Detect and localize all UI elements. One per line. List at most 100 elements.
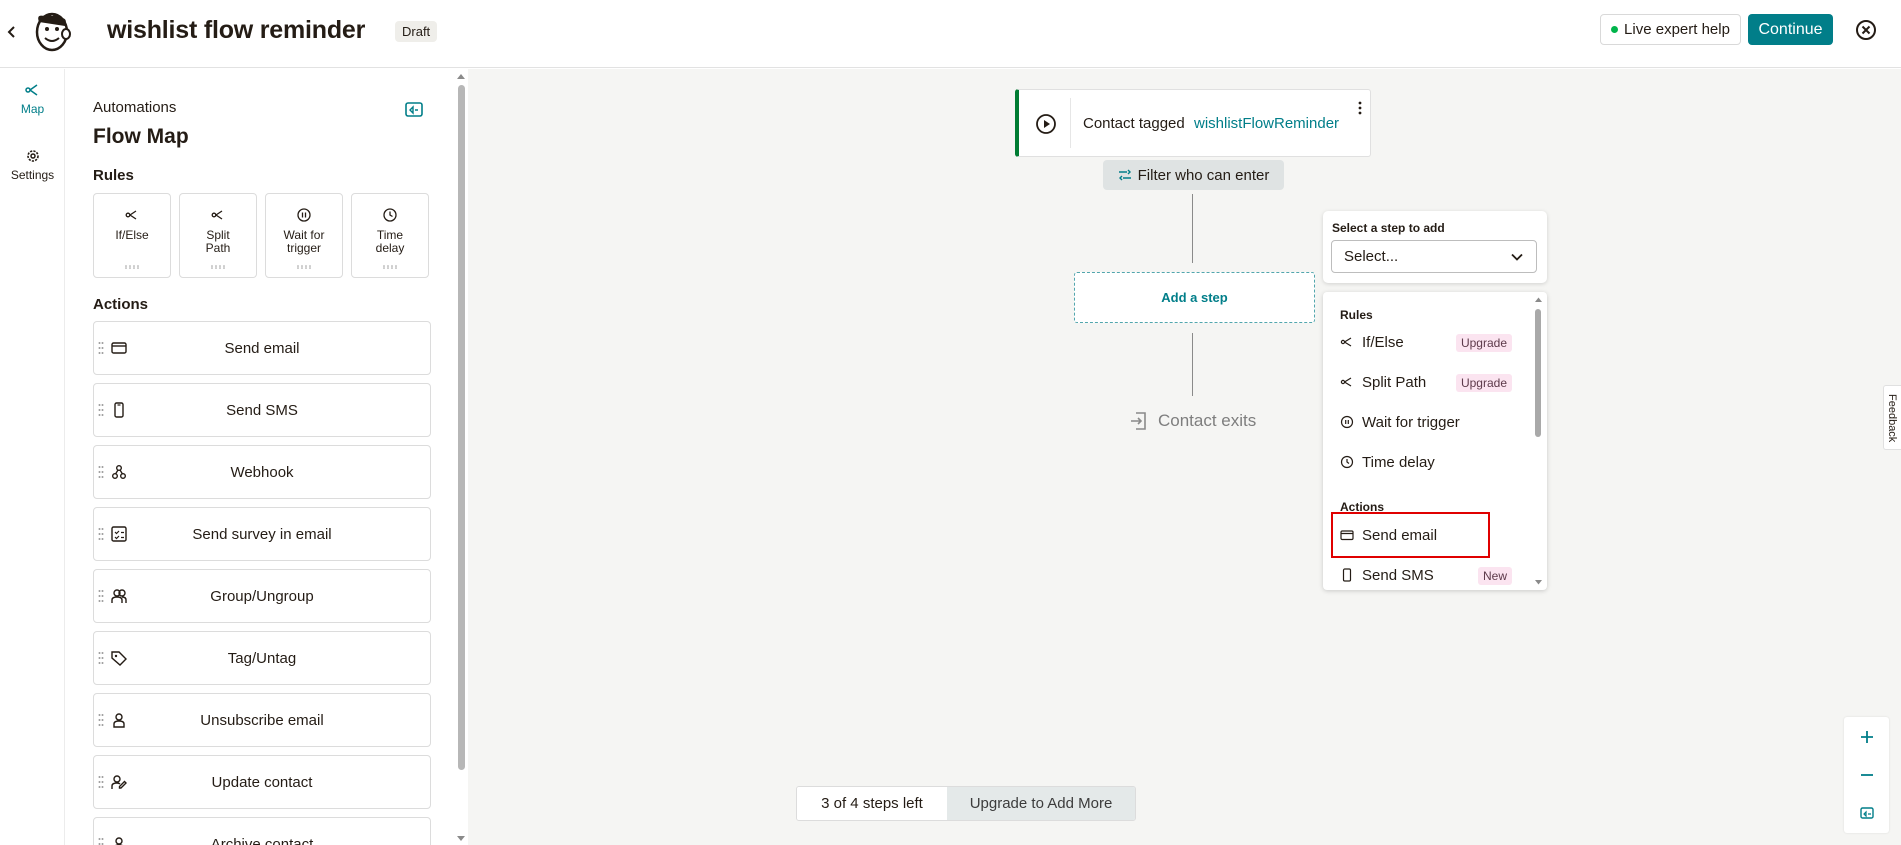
drag-handle-icon bbox=[98, 838, 104, 845]
status-badge: Draft bbox=[395, 21, 438, 42]
left-rail: Map Settings bbox=[0, 69, 65, 845]
drag-handle-icon bbox=[211, 265, 225, 269]
action-card-archive-contact[interactable]: Archive contact bbox=[93, 817, 431, 845]
archive-icon bbox=[115, 837, 123, 845]
branch-icon bbox=[1340, 337, 1352, 347]
feedback-tab[interactable]: Feedback bbox=[1883, 385, 1901, 450]
continue-button[interactable]: Continue bbox=[1748, 14, 1833, 45]
rail-item-label: Settings bbox=[10, 168, 55, 182]
close-button[interactable] bbox=[1854, 18, 1878, 42]
drag-handle-icon bbox=[98, 776, 104, 788]
contact-exits-label: Contact exits bbox=[1158, 411, 1257, 430]
action-card-send-sms[interactable]: Send SMS bbox=[93, 383, 431, 437]
minimap-toggle-button[interactable] bbox=[404, 101, 424, 119]
rule-card-label: If/Else bbox=[115, 228, 149, 242]
back-button[interactable] bbox=[4, 22, 20, 42]
rail-item-label: Map bbox=[20, 102, 45, 116]
option-time-delay[interactable]: Time delay bbox=[1340, 451, 1512, 473]
top-bar: wishlist flow reminder Draft Live expert… bbox=[0, 0, 1901, 68]
upgrade-to-add-more-button[interactable]: Upgrade to Add More bbox=[947, 787, 1135, 820]
live-expert-help-button[interactable]: Live expert help bbox=[1600, 14, 1741, 45]
trigger-tag-link[interactable]: wishlistFlowReminder bbox=[1194, 115, 1339, 132]
gear-icon bbox=[26, 150, 39, 162]
more-vertical-icon[interactable] bbox=[1357, 100, 1363, 116]
drag-handle-icon bbox=[98, 590, 104, 602]
step-select-popover: Select a step to add Select... bbox=[1323, 211, 1547, 283]
fit-view-button[interactable] bbox=[1844, 795, 1889, 831]
mailchimp-logo[interactable] bbox=[30, 10, 74, 54]
new-badge: New bbox=[1477, 567, 1512, 585]
feedback-label: Feedback bbox=[1886, 394, 1898, 443]
rule-card-wait-for-trigger[interactable]: Wait for trigger bbox=[265, 193, 343, 278]
scroll-down-arrow-icon[interactable] bbox=[456, 835, 466, 843]
action-card-label: Group/Ungroup bbox=[210, 587, 314, 605]
chevron-left-icon bbox=[7, 26, 15, 38]
filter-who-can-enter-button[interactable]: Filter who can enter bbox=[1103, 160, 1284, 190]
rail-item-map[interactable]: Map bbox=[0, 81, 65, 116]
edit-contact-icon bbox=[111, 775, 127, 789]
action-card-label: Send SMS bbox=[226, 401, 298, 419]
action-card-tag-untag[interactable]: Tag/Untag bbox=[93, 631, 431, 685]
zoom-in-button[interactable] bbox=[1844, 719, 1889, 755]
tag-icon bbox=[111, 651, 127, 666]
rail-item-settings[interactable]: Settings bbox=[0, 147, 65, 182]
rule-card-label: Split Path bbox=[205, 228, 231, 256]
split-icon bbox=[1340, 377, 1352, 387]
scroll-up-arrow-icon[interactable] bbox=[456, 72, 466, 80]
action-card-webhook[interactable]: Webhook bbox=[93, 445, 431, 499]
panel-scrollbar-thumb[interactable] bbox=[458, 85, 465, 770]
action-card-send-email[interactable]: Send email bbox=[93, 321, 431, 375]
action-card-unsubscribe-email[interactable]: Unsubscribe email bbox=[93, 693, 431, 747]
rule-card-if-else[interactable]: If/Else bbox=[93, 193, 171, 278]
option-label: If/Else bbox=[1362, 333, 1404, 351]
option-send-email[interactable]: Send email bbox=[1340, 524, 1512, 546]
scroll-up-arrow-icon[interactable] bbox=[1534, 296, 1543, 303]
action-card-send-survey[interactable]: Send survey in email bbox=[93, 507, 431, 561]
drag-handle-icon bbox=[98, 466, 104, 478]
add-step-placeholder[interactable]: Add a step bbox=[1074, 272, 1315, 323]
option-send-sms[interactable]: Send SMS New bbox=[1340, 564, 1512, 586]
action-card-update-contact[interactable]: Update contact bbox=[93, 755, 431, 809]
rule-card-split-path[interactable]: Split Path bbox=[179, 193, 257, 278]
group-icon bbox=[111, 589, 127, 603]
option-split-path[interactable]: Split Path Upgrade bbox=[1340, 371, 1512, 393]
phone-icon bbox=[114, 402, 124, 418]
step-select-dropdown[interactable]: Select... bbox=[1331, 240, 1537, 273]
action-card-label: Archive contact bbox=[210, 835, 314, 845]
option-label: Split Path bbox=[1362, 373, 1427, 391]
action-card-group-ungroup[interactable]: Group/Ungroup bbox=[93, 569, 431, 623]
dropdown-scrollbar-thumb[interactable] bbox=[1535, 309, 1541, 437]
flow-map-panel: Automations Flow Map Rules If/Else Split… bbox=[66, 69, 468, 845]
steps-left-count: 3 of 4 steps left bbox=[797, 787, 947, 820]
survey-icon bbox=[111, 526, 127, 542]
rules-heading: Rules bbox=[93, 167, 134, 184]
clock-icon bbox=[383, 208, 397, 222]
select-label: Select a step to add bbox=[1332, 221, 1445, 235]
pause-circle-icon bbox=[297, 208, 311, 222]
drag-handle-icon bbox=[297, 265, 311, 269]
panel-title: Flow Map bbox=[93, 125, 189, 148]
action-card-label: Update contact bbox=[211, 773, 313, 791]
action-card-label: Send survey in email bbox=[192, 525, 332, 543]
scroll-down-arrow-icon[interactable] bbox=[1534, 579, 1543, 586]
online-dot-icon bbox=[1611, 26, 1619, 33]
drag-handle-icon bbox=[98, 342, 104, 354]
trigger-card[interactable]: Contact tagged wishlistFlowReminder bbox=[1015, 89, 1371, 157]
filter-sliders-icon bbox=[1118, 169, 1131, 181]
option-wait-for-trigger[interactable]: Wait for trigger bbox=[1340, 411, 1512, 433]
option-if-else[interactable]: If/Else Upgrade bbox=[1340, 331, 1512, 353]
connector-line bbox=[1192, 194, 1193, 263]
split-icon bbox=[211, 210, 223, 220]
drag-handle-icon bbox=[125, 265, 139, 269]
phone-icon bbox=[1342, 568, 1352, 582]
zoom-out-button[interactable] bbox=[1844, 757, 1889, 793]
exit-icon bbox=[1131, 412, 1146, 430]
upgrade-badge: Upgrade bbox=[1455, 374, 1512, 392]
filter-label: Filter who can enter bbox=[1137, 166, 1270, 184]
zoom-controls bbox=[1844, 717, 1889, 833]
minimap-icon bbox=[405, 102, 423, 117]
play-circle-icon bbox=[1036, 114, 1056, 134]
step-options-list: Rules If/Else Upgrade Split Path Upgrade… bbox=[1323, 292, 1547, 590]
rule-card-time-delay[interactable]: Time delay bbox=[351, 193, 429, 278]
action-card-label: Webhook bbox=[230, 463, 294, 481]
